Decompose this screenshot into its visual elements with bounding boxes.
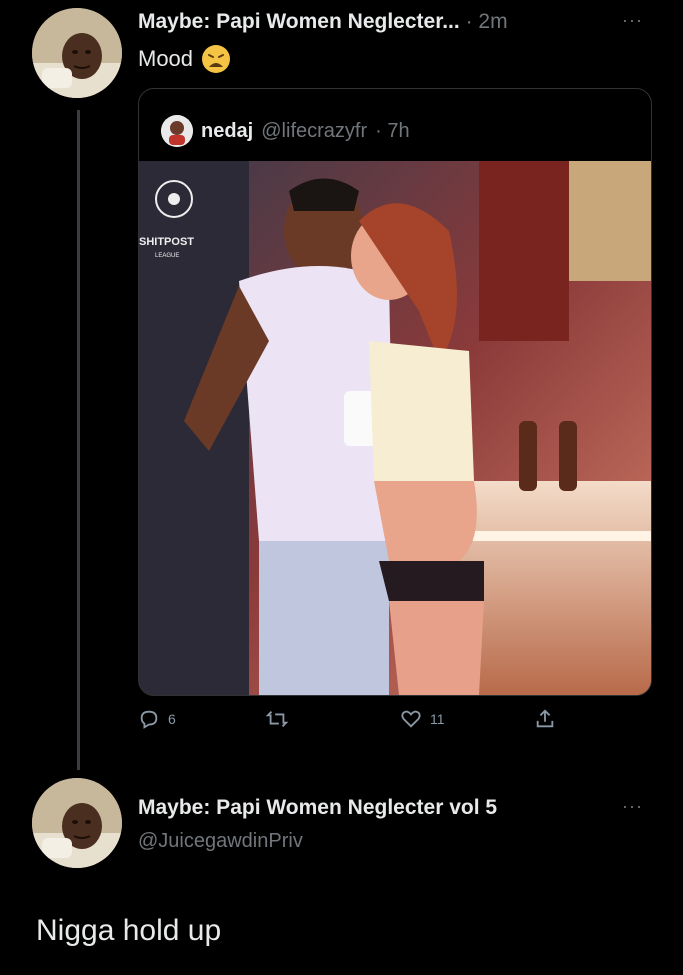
timestamp[interactable]: · 2m xyxy=(466,10,508,33)
more-options-button[interactable]: ··· xyxy=(622,10,643,31)
reply-button[interactable]: 6 xyxy=(138,708,176,730)
avatar-image xyxy=(32,8,122,98)
tweet-text: Mood xyxy=(138,44,231,74)
tweet-header: Maybe: Papi Women Neglecter... · 2m xyxy=(138,10,508,34)
retweet-icon xyxy=(266,711,288,727)
reply-text: Nigga hold up xyxy=(36,914,222,947)
reply-handle[interactable]: @JuicegawdinPriv xyxy=(138,830,303,853)
quoted-media-image[interactable]: SHITPOST LEAGUE xyxy=(139,161,651,695)
heart-icon xyxy=(401,710,421,728)
reply-icon xyxy=(140,710,158,729)
quoted-timestamp[interactable]: · 7h xyxy=(375,120,409,143)
reply-count: 6 xyxy=(168,711,176,727)
thread-connector-line xyxy=(77,110,80,770)
tweet-text-content: Mood xyxy=(138,46,194,71)
tweet-actions-bar: 6 11 xyxy=(138,708,568,738)
media-logo-subtext: LEAGUE xyxy=(155,253,179,259)
share-icon xyxy=(536,709,554,728)
share-button[interactable] xyxy=(534,708,556,730)
retweet-button[interactable] xyxy=(266,708,296,730)
avatar-image xyxy=(32,778,122,868)
quoted-avatar xyxy=(161,115,193,147)
quoted-tweet-card[interactable]: nedaj @lifecrazyfr · 7h SHITPOST LEAGUE xyxy=(138,88,652,696)
quoted-handle[interactable]: @lifecrazyfr xyxy=(261,120,367,143)
avatar[interactable] xyxy=(32,8,122,98)
reply-display-name[interactable]: Maybe: Papi Women Neglecter vol 5 xyxy=(138,796,497,820)
like-count: 11 xyxy=(430,711,445,727)
weary-face-icon xyxy=(201,44,231,74)
like-button[interactable]: 11 xyxy=(400,708,445,730)
media-logo-text: SHITPOST xyxy=(139,236,194,248)
reply-avatar[interactable] xyxy=(32,778,122,868)
quoted-display-name[interactable]: nedaj xyxy=(201,120,253,143)
reply-more-options-button[interactable]: ··· xyxy=(622,796,643,817)
display-name[interactable]: Maybe: Papi Women Neglecter... xyxy=(138,10,460,33)
quoted-tweet-header: nedaj @lifecrazyfr · 7h xyxy=(161,115,410,147)
